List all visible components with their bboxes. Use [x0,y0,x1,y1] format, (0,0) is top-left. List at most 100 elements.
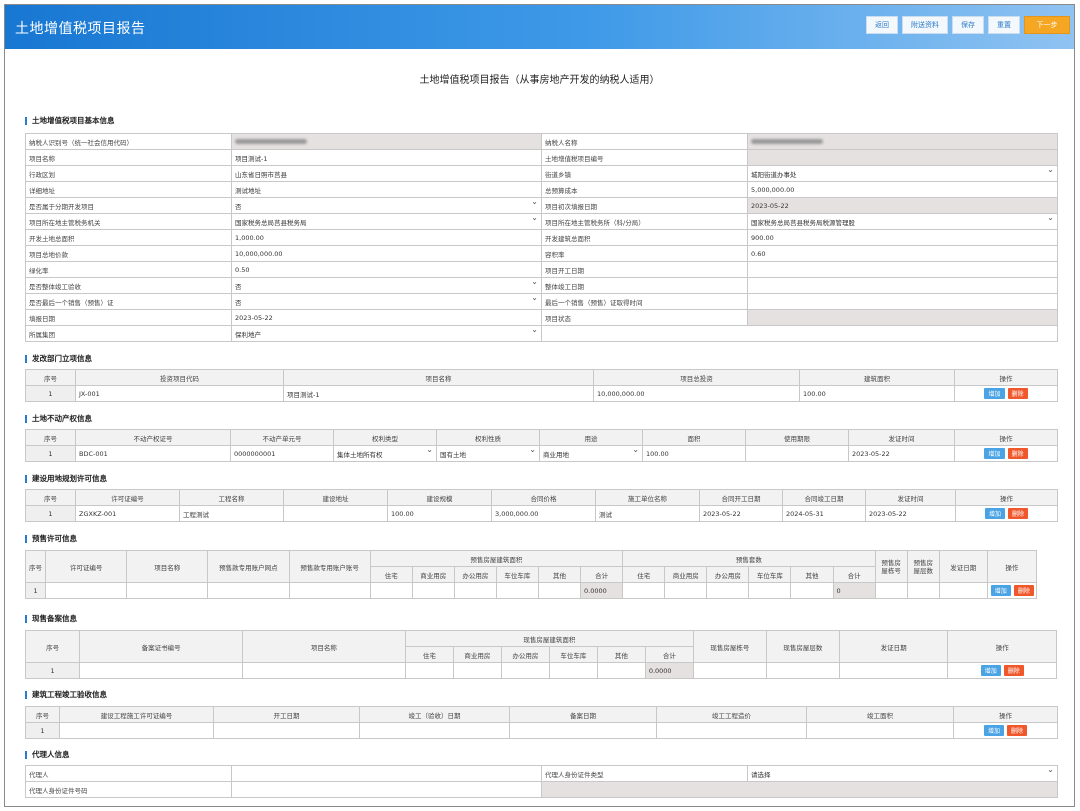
add-button[interactable]: 增加 [984,508,1005,519]
group-select[interactable]: 保利地产 [231,325,542,342]
build-address-cell[interactable] [283,505,388,522]
right-nature-select[interactable]: 国有土地 [436,445,540,462]
project-name-cell[interactable]: 工程测试 [179,505,284,522]
count-residential-cell[interactable] [622,582,666,599]
permit-number-cell[interactable]: ZGXKZ-001 [75,505,180,522]
permit-number-cell[interactable] [59,722,214,739]
cost-cell[interactable] [656,722,807,739]
reset-button[interactable]: 重置 [988,16,1020,34]
account-branch-cell[interactable] [207,582,290,599]
account-number-cell[interactable] [288,582,371,599]
tax-office-select[interactable]: 国家税务总局莒县税务局税源管理股 [747,213,1058,230]
admin-region-field[interactable]: 山东省日照市莒县 [231,165,542,182]
usage-select[interactable]: 商业用地 [539,445,643,462]
agent-id-type-select[interactable]: 请选择 [747,765,1058,782]
land-area-field[interactable]: 1,000.00 [231,229,542,246]
green-rate-field[interactable]: 0.50 [231,261,542,278]
build-scale-cell[interactable]: 100.00 [387,505,492,522]
total-investment-cell[interactable]: 10,000,000.00 [593,385,800,402]
add-button[interactable]: 增加 [984,448,1005,459]
delete-button[interactable]: 删除 [1003,665,1024,676]
area-residential-cell[interactable] [369,582,413,599]
investment-code-cell[interactable]: JX-001 [75,385,284,402]
unit-number-cell[interactable]: 0000000001 [230,445,334,462]
fill-date-field[interactable]: 2023-05-22 [231,309,542,326]
count-commercial-cell[interactable] [664,582,708,599]
contract-start-cell[interactable]: 2023-05-22 [699,505,783,522]
add-button[interactable]: 增加 [984,388,1005,399]
area-other-cell[interactable] [537,582,582,599]
address-field[interactable]: 测试地址 [231,181,542,198]
filing-date-cell[interactable] [509,722,657,739]
add-button[interactable]: 增加 [990,585,1011,596]
contract-end-cell[interactable]: 2024-05-31 [782,505,866,522]
add-button[interactable]: 增加 [980,665,1001,676]
property-cert-cell[interactable]: BDC-001 [75,445,231,462]
contractor-cell[interactable]: 测试 [595,505,700,522]
use-term-cell[interactable] [745,445,849,462]
agent-field[interactable] [231,765,542,782]
area-commercial-cell[interactable] [411,582,455,599]
start-date-cell[interactable] [213,722,360,739]
delete-button[interactable]: 删除 [1007,448,1028,459]
tax-authority-select[interactable]: 国家税务总局莒县税务局 [231,213,542,230]
building-no-cell[interactable] [692,662,767,679]
attach-button[interactable]: 附送资料 [902,16,948,34]
area-other-cell[interactable] [596,662,646,679]
col-header: 合同开工日期 [699,489,783,506]
right-type-select[interactable]: 集体土地所有权 [333,445,437,462]
project-name-cell[interactable] [242,662,406,679]
issue-date-cell[interactable]: 2023-05-22 [865,505,956,522]
project-name-cell[interactable]: 项目测试-1 [283,385,594,402]
col-header: 竣工工程造价 [656,706,807,723]
plot-ratio-field[interactable]: 0.60 [747,245,1058,262]
count-parking-cell[interactable] [748,582,792,599]
delete-button[interactable]: 删除 [1013,585,1034,596]
area-office-cell[interactable] [500,662,550,679]
area-cell[interactable]: 100.00 [642,445,746,462]
total-budget-field[interactable]: 5,000,000.00 [747,181,1058,198]
agent-id-number-field[interactable] [231,781,542,798]
building-area-cell[interactable]: 100.00 [799,385,955,402]
label-agent: 代理人 [25,765,232,782]
floor-count-cell[interactable] [765,662,840,679]
start-date-field[interactable] [747,261,1058,278]
land-price-field[interactable]: 10,000,000.00 [231,245,542,262]
floor-count-cell[interactable] [906,582,940,599]
contract-price-cell[interactable]: 3,000,000.00 [491,505,596,522]
area-parking-cell[interactable] [548,662,598,679]
completed-select[interactable]: 否 [231,277,542,294]
delete-button[interactable]: 删除 [1007,388,1028,399]
area-parking-cell[interactable] [495,582,539,599]
project-name-field[interactable]: 项目测试-1 [231,149,542,166]
count-other-cell[interactable] [790,582,834,599]
project-name-cell[interactable] [126,582,209,599]
issue-date-cell[interactable]: 2023-05-22 [848,445,955,462]
issue-date-cell[interactable] [838,662,949,679]
add-button[interactable]: 增加 [983,725,1004,736]
save-button[interactable]: 保存 [952,16,984,34]
cert-number-cell[interactable] [79,662,244,679]
completion-date-cell[interactable] [359,722,510,739]
area-residential-cell[interactable] [404,662,454,679]
count-office-cell[interactable] [706,582,750,599]
last-permit-date-field[interactable] [747,293,1058,310]
delete-button[interactable]: 删除 [1007,725,1028,736]
street-town-select[interactable]: 城阳街道办事处 [747,165,1058,182]
building-area-field[interactable]: 900.00 [747,229,1058,246]
area-commercial-cell[interactable] [452,662,502,679]
back-button[interactable]: 返回 [866,16,898,34]
sub-header: 商业用房 [411,566,455,583]
next-button[interactable]: 下一步 [1024,16,1070,34]
completion-date-field[interactable] [747,277,1058,294]
col-header: 预售款专用账户网点 [207,550,290,583]
delete-button[interactable]: 删除 [1008,508,1029,519]
label-taxpayer-id: 纳税人识别号（统一社会信用代码） [25,133,232,150]
area-office-cell[interactable] [453,582,497,599]
phased-select[interactable]: 否 [231,197,542,214]
building-no-cell[interactable] [874,582,908,599]
permit-number-cell[interactable] [45,582,128,599]
issue-date-cell[interactable] [938,582,988,599]
last-permit-select[interactable]: 否 [231,293,542,310]
area-cell[interactable] [806,722,954,739]
